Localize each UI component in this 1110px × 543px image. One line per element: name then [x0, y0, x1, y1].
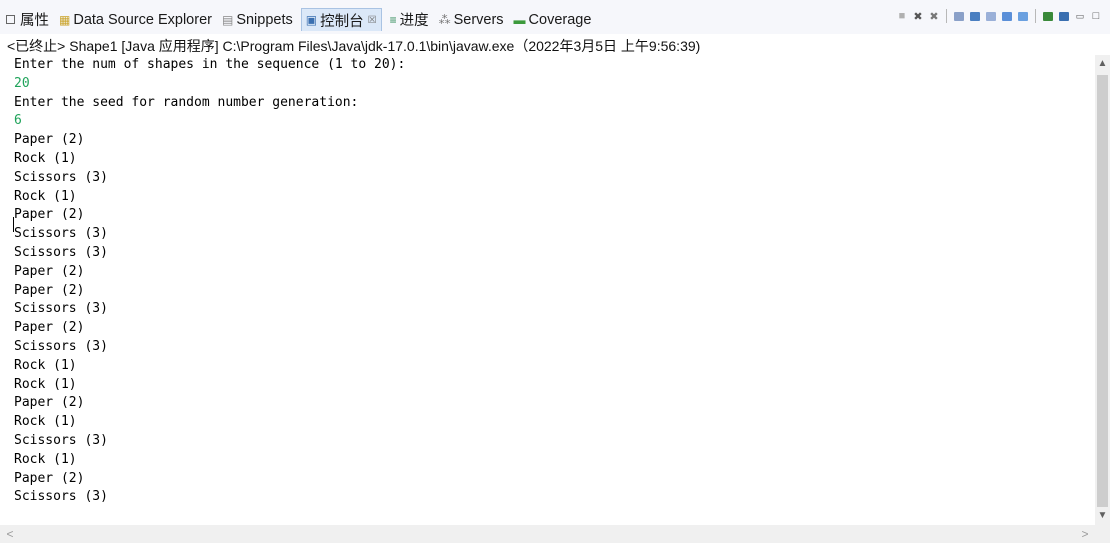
- data-source-explorer-icon: ▦: [59, 12, 71, 27]
- servers-icon: ⁂: [438, 12, 451, 27]
- remove-launch-icon[interactable]: ✖: [911, 9, 925, 23]
- console-input-line: 20: [14, 75, 30, 91]
- scroll-left-icon[interactable]: <: [2, 525, 18, 543]
- show-console-on-output-glyph: [970, 11, 980, 21]
- tab-servers[interactable]: ⁂ Servers: [437, 9, 506, 31]
- view-menu-glyph: [1059, 11, 1069, 21]
- console-output-line: Rock (1): [14, 188, 77, 204]
- scrollbar-corner: [1095, 525, 1110, 543]
- console-output-line: Scissors (3): [14, 245, 108, 260]
- console-output-line: Paper (2): [14, 207, 85, 223]
- console-output-line: Paper (2): [14, 320, 85, 336]
- coverage-icon: ▬: [513, 12, 526, 27]
- console-output-line: Scissors (3): [14, 339, 108, 354]
- close-icon[interactable]: ☒: [368, 15, 377, 26]
- show-console-on-output-icon[interactable]: [968, 9, 982, 23]
- console-output-line: Enter the seed for random number generat…: [14, 94, 359, 110]
- tab-progress[interactable]: ≡ 进度: [388, 9, 431, 31]
- tab-label: Data Source Explorer: [73, 11, 212, 28]
- word-wrap-icon[interactable]: [984, 9, 998, 23]
- tab-data-source-explorer[interactable]: ▦ Data Source Explorer: [57, 9, 214, 31]
- tab-label: 控制台: [320, 13, 364, 30]
- open-console-glyph: [1043, 11, 1053, 21]
- console-output-line: Scissors (3): [14, 169, 108, 185]
- tab-label: 进度: [399, 13, 429, 29]
- tab-label: 属性: [20, 13, 49, 29]
- tab-coverage[interactable]: ▬ Coverage: [512, 9, 594, 31]
- scroll-down-icon[interactable]: ▼: [1095, 507, 1110, 525]
- display-selected-console-glyph: [1018, 11, 1028, 21]
- console-output-line: Rock (1): [14, 357, 77, 373]
- console-output-line: Paper (2): [14, 282, 85, 298]
- maximize-icon[interactable]: □: [1089, 9, 1103, 23]
- word-wrap-glyph: [986, 11, 996, 21]
- console-output-line: Scissors (3): [14, 433, 108, 448]
- terminate-icon[interactable]: ■: [895, 9, 909, 23]
- scroll-thumb[interactable]: [1097, 75, 1108, 507]
- console-output-line: Paper (2): [14, 132, 85, 148]
- console-output-line: Rock (1): [14, 376, 77, 392]
- open-console-icon[interactable]: [1041, 9, 1055, 23]
- console-output-line: Scissors (3): [14, 301, 108, 317]
- console-output[interactable]: Enter the num of shapes in the sequence …: [0, 55, 1095, 525]
- tab-list: 属性 ▦ Data Source Explorer ▤ Snippets ▣ 控制台 ☒ ≡ 进度…: [4, 8, 599, 31]
- snippets-icon: ▤: [221, 12, 234, 27]
- pin-console-icon[interactable]: [1000, 9, 1014, 23]
- console-output-line: Paper (2): [14, 470, 85, 486]
- display-selected-console-icon[interactable]: [1016, 9, 1030, 23]
- tab-label: Snippets: [236, 11, 293, 28]
- minimize-icon[interactable]: ▭: [1073, 9, 1087, 23]
- console-output-line: Rock (1): [14, 151, 77, 166]
- view-menu-icon[interactable]: [1057, 9, 1071, 23]
- vertical-scrollbar[interactable]: ▲ ▼: [1095, 55, 1110, 525]
- console-status-line: <已终止> Shape1 [Java 应用程序] C:\Program File…: [7, 38, 701, 54]
- toolbar-separator: [1035, 9, 1036, 23]
- console-output-line: Paper (2): [14, 263, 85, 279]
- tab-properties[interactable]: 属性: [4, 9, 51, 31]
- pin-console-glyph: [1002, 11, 1012, 21]
- remove-all-terminated-icon[interactable]: ✖: [927, 9, 941, 23]
- tab-label: Servers: [453, 11, 504, 28]
- console-output-line: Rock (1): [14, 451, 77, 467]
- properties-icon: [6, 15, 15, 24]
- console-output-line: Paper (2): [14, 395, 85, 411]
- toolbar-separator: [946, 9, 947, 23]
- scroll-lock-icon[interactable]: [952, 9, 966, 23]
- tab-console[interactable]: ▣ 控制台 ☒: [300, 8, 382, 31]
- scroll-lock-glyph: [954, 11, 964, 21]
- tab-label: Coverage: [528, 11, 592, 28]
- scroll-up-icon[interactable]: ▲: [1095, 55, 1110, 73]
- progress-icon: ≡: [389, 12, 397, 27]
- view-tab-bar: 属性 ▦ Data Source Explorer ▤ Snippets ▣ 控制台 ☒ ≡ 进度…: [0, 0, 1110, 34]
- console-input-line: 6: [14, 113, 22, 129]
- console-toolbar: ■ ✖ ✖ ▭ □: [894, 9, 1104, 23]
- console-output-line: Scissors (3): [14, 489, 108, 505]
- console-output-line: Rock (1): [14, 414, 77, 430]
- tab-snippets[interactable]: ▤ Snippets: [220, 9, 295, 31]
- horizontal-scrollbar[interactable]: < >: [0, 525, 1095, 543]
- console-output-line: Scissors (3): [14, 226, 108, 242]
- console-icon: ▣: [305, 13, 318, 27]
- scroll-right-icon[interactable]: >: [1077, 525, 1093, 543]
- console-output-line: Enter the num of shapes in the sequence …: [14, 57, 406, 72]
